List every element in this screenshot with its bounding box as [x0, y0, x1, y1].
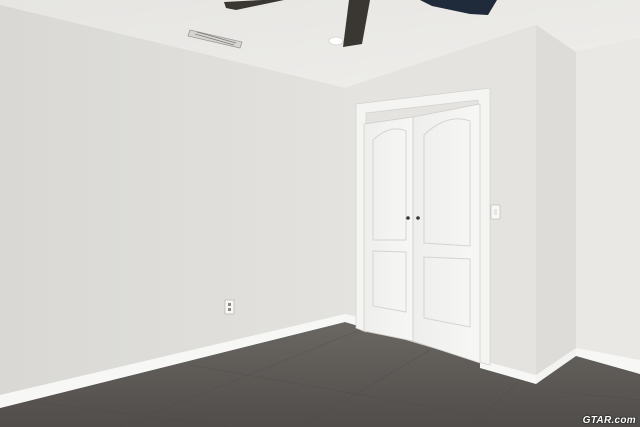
recessed-light	[328, 36, 344, 46]
watermark-logo: GTAR.com	[582, 415, 636, 426]
wall-outlet	[224, 299, 235, 315]
door-knob-left[interactable]	[406, 216, 410, 220]
outlet-slot-top	[228, 303, 231, 306]
wall-column	[536, 25, 576, 375]
light-switch-toggle	[494, 209, 497, 215]
door-knob-right[interactable]	[416, 216, 420, 220]
right-wall	[576, 38, 640, 372]
outlet-slot-bottom	[228, 308, 231, 311]
closet-doors[interactable]	[363, 103, 481, 364]
room-scene	[0, 0, 640, 427]
